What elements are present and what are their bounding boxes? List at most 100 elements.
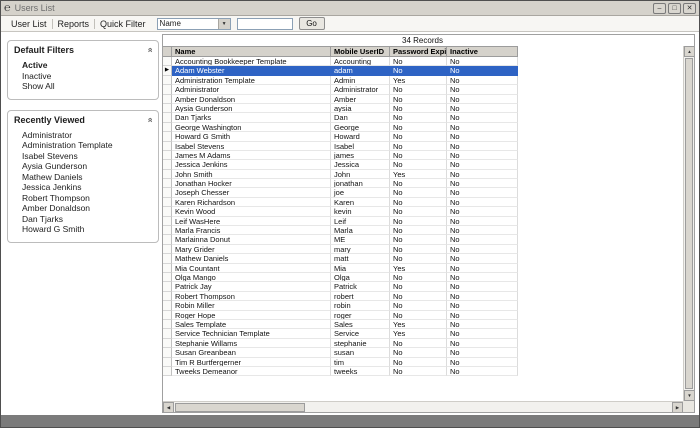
row-selector[interactable] <box>163 348 172 358</box>
table-row[interactable]: Karen Richardson Karen No No <box>163 197 518 208</box>
title-bar[interactable]: ℮ Users List – □ ✕ <box>1 1 699 16</box>
scroll-right-icon[interactable]: ▶ <box>672 402 683 412</box>
sidebar-item-amber-donaldson[interactable]: Amber Donaldson <box>22 203 158 214</box>
row-selector[interactable] <box>163 366 172 377</box>
row-selector[interactable] <box>163 75 172 86</box>
column-header-mobile-userid[interactable]: Mobile UserID <box>331 46 390 57</box>
row-selector[interactable] <box>163 226 172 236</box>
table-row[interactable]: Marlainna Donut ME No No <box>163 235 518 245</box>
table-row[interactable]: Tweeks Demeanor tweeks No No <box>163 366 518 377</box>
menu-quick-filter[interactable]: Quick Filter <box>95 19 151 29</box>
sidebar-item-show-all[interactable]: Show All <box>22 81 158 92</box>
row-selector[interactable] <box>163 216 172 227</box>
table-row[interactable]: ▶ Adam Webster adam No No <box>163 66 518 76</box>
scroll-up-icon[interactable]: ▲ <box>684 46 694 57</box>
row-selector[interactable] <box>163 179 172 189</box>
table-row[interactable]: Aysia Gunderson aysia No No <box>163 103 518 114</box>
row-selector[interactable] <box>163 254 172 264</box>
row-selector[interactable] <box>163 310 172 320</box>
row-pointer-icon[interactable]: ▶ <box>163 66 172 76</box>
table-row[interactable]: Susan Greanbean susan No No <box>163 348 518 358</box>
table-row[interactable]: Dan Tjarks Dan No No <box>163 113 518 123</box>
horizontal-scroll-thumb[interactable] <box>175 403 305 412</box>
row-selector[interactable] <box>163 357 172 367</box>
collapse-icon[interactable]: » <box>144 117 154 122</box>
row-selector[interactable] <box>163 85 172 95</box>
sidebar-item-mathew-daniels[interactable]: Mathew Daniels <box>22 172 158 183</box>
collapse-icon[interactable]: » <box>144 47 154 52</box>
table-row[interactable]: Roger Hope roger No No <box>163 310 518 320</box>
row-selector[interactable] <box>163 57 172 67</box>
table-row[interactable]: Service Technician Template Service Yes No <box>163 329 518 339</box>
table-row[interactable]: Marla Francis Marla No No <box>163 226 518 236</box>
menu-user-list[interactable]: User List <box>6 19 52 29</box>
vertical-scrollbar[interactable]: ▲ ▼ <box>683 46 694 401</box>
scroll-left-icon[interactable]: ◀ <box>163 402 174 412</box>
sidebar-item-jessica-jenkins[interactable]: Jessica Jenkins <box>22 182 158 193</box>
row-selector[interactable] <box>163 329 172 339</box>
menu-reports[interactable]: Reports <box>53 19 95 29</box>
table-row[interactable]: Tim R Burtfergerner tim No No <box>163 357 518 367</box>
row-selector[interactable] <box>163 197 172 208</box>
table-row[interactable]: Stephanie Willams stephanie No No <box>163 338 518 349</box>
row-selector[interactable] <box>163 103 172 114</box>
sidebar-item-robert-thompson[interactable]: Robert Thompson <box>22 193 158 204</box>
row-selector[interactable] <box>163 160 172 170</box>
table-row[interactable]: Kevin Wood kevin No No <box>163 207 518 217</box>
row-selector[interactable] <box>163 188 172 198</box>
row-selector[interactable] <box>163 338 172 349</box>
row-selector[interactable] <box>163 244 172 255</box>
table-row[interactable]: Jonathan Hocker jonathan No No <box>163 179 518 189</box>
row-selector[interactable] <box>163 207 172 217</box>
row-selector[interactable] <box>163 150 172 161</box>
table-row[interactable]: Olga Mango Olga No No <box>163 272 518 283</box>
sidebar-item-howard-g-smith[interactable]: Howard G Smith <box>22 224 158 235</box>
table-row[interactable]: Isabel Stevens Isabel No No <box>163 141 518 151</box>
row-selector[interactable] <box>163 301 172 311</box>
table-row[interactable]: Leif WasHere Leif No No <box>163 216 518 227</box>
table-row[interactable]: Robin Miller robin No No <box>163 301 518 311</box>
sidebar-item-administrator[interactable]: Administrator <box>22 130 158 141</box>
table-row[interactable]: Jessica Jenkins Jessica No No <box>163 160 518 170</box>
table-row[interactable]: James M Adams james No No <box>163 150 518 161</box>
go-button[interactable]: Go <box>298 17 325 30</box>
sidebar-item-administration-template[interactable]: Administration Template <box>22 140 158 151</box>
column-header-inactive[interactable]: Inactive <box>447 46 518 57</box>
sidebar-item-aysia-gunderson[interactable]: Aysia Gunderson <box>22 161 158 172</box>
vertical-scroll-thumb[interactable] <box>685 58 693 389</box>
row-selector[interactable] <box>163 113 172 123</box>
table-row[interactable]: Mathew Daniels matt No No <box>163 254 518 264</box>
column-header-name[interactable]: Name <box>172 46 331 57</box>
table-row[interactable]: Joseph Chesser joe No No <box>163 188 518 198</box>
row-selector[interactable] <box>163 132 172 142</box>
row-selector[interactable] <box>163 291 172 302</box>
close-icon[interactable]: ✕ <box>683 2 696 14</box>
row-selector[interactable] <box>163 141 172 151</box>
table-row[interactable]: Amber Donaldson Amber No No <box>163 94 518 104</box>
quick-filter-input[interactable] <box>236 17 293 30</box>
table-row[interactable]: Howard G Smith Howard No No <box>163 132 518 142</box>
chevron-down-icon[interactable]: ▼ <box>217 18 230 29</box>
table-row[interactable]: Robert Thompson robert No No <box>163 291 518 302</box>
maximize-icon[interactable]: □ <box>668 2 681 14</box>
scroll-down-icon[interactable]: ▼ <box>684 390 694 401</box>
table-row[interactable]: Sales Template Sales Yes No <box>163 319 518 330</box>
sidebar-item-dan-tjarks[interactable]: Dan Tjarks <box>22 214 158 225</box>
table-row[interactable]: Administrator Administrator No No <box>163 85 518 95</box>
row-selector[interactable] <box>163 169 172 180</box>
table-row[interactable]: Patrick Jay Patrick No No <box>163 282 518 292</box>
row-selector[interactable] <box>163 122 172 133</box>
horizontal-scrollbar[interactable]: ◀ ▶ <box>163 401 683 412</box>
column-header-password-expires[interactable]: Password Expires <box>390 46 447 57</box>
row-selector[interactable] <box>163 319 172 330</box>
minimize-icon[interactable]: – <box>653 2 666 14</box>
row-selector[interactable] <box>163 263 172 273</box>
row-selector[interactable] <box>163 94 172 104</box>
table-row[interactable]: Mia Countant Mia Yes No <box>163 263 518 273</box>
sidebar-item-isabel-stevens[interactable]: Isabel Stevens <box>22 151 158 162</box>
row-selector[interactable] <box>163 235 172 245</box>
quick-filter-field-select[interactable]: Name ▼ <box>156 17 231 30</box>
row-selector[interactable] <box>163 282 172 292</box>
row-selector[interactable] <box>163 272 172 283</box>
table-row[interactable]: John Smith John Yes No <box>163 169 518 180</box>
